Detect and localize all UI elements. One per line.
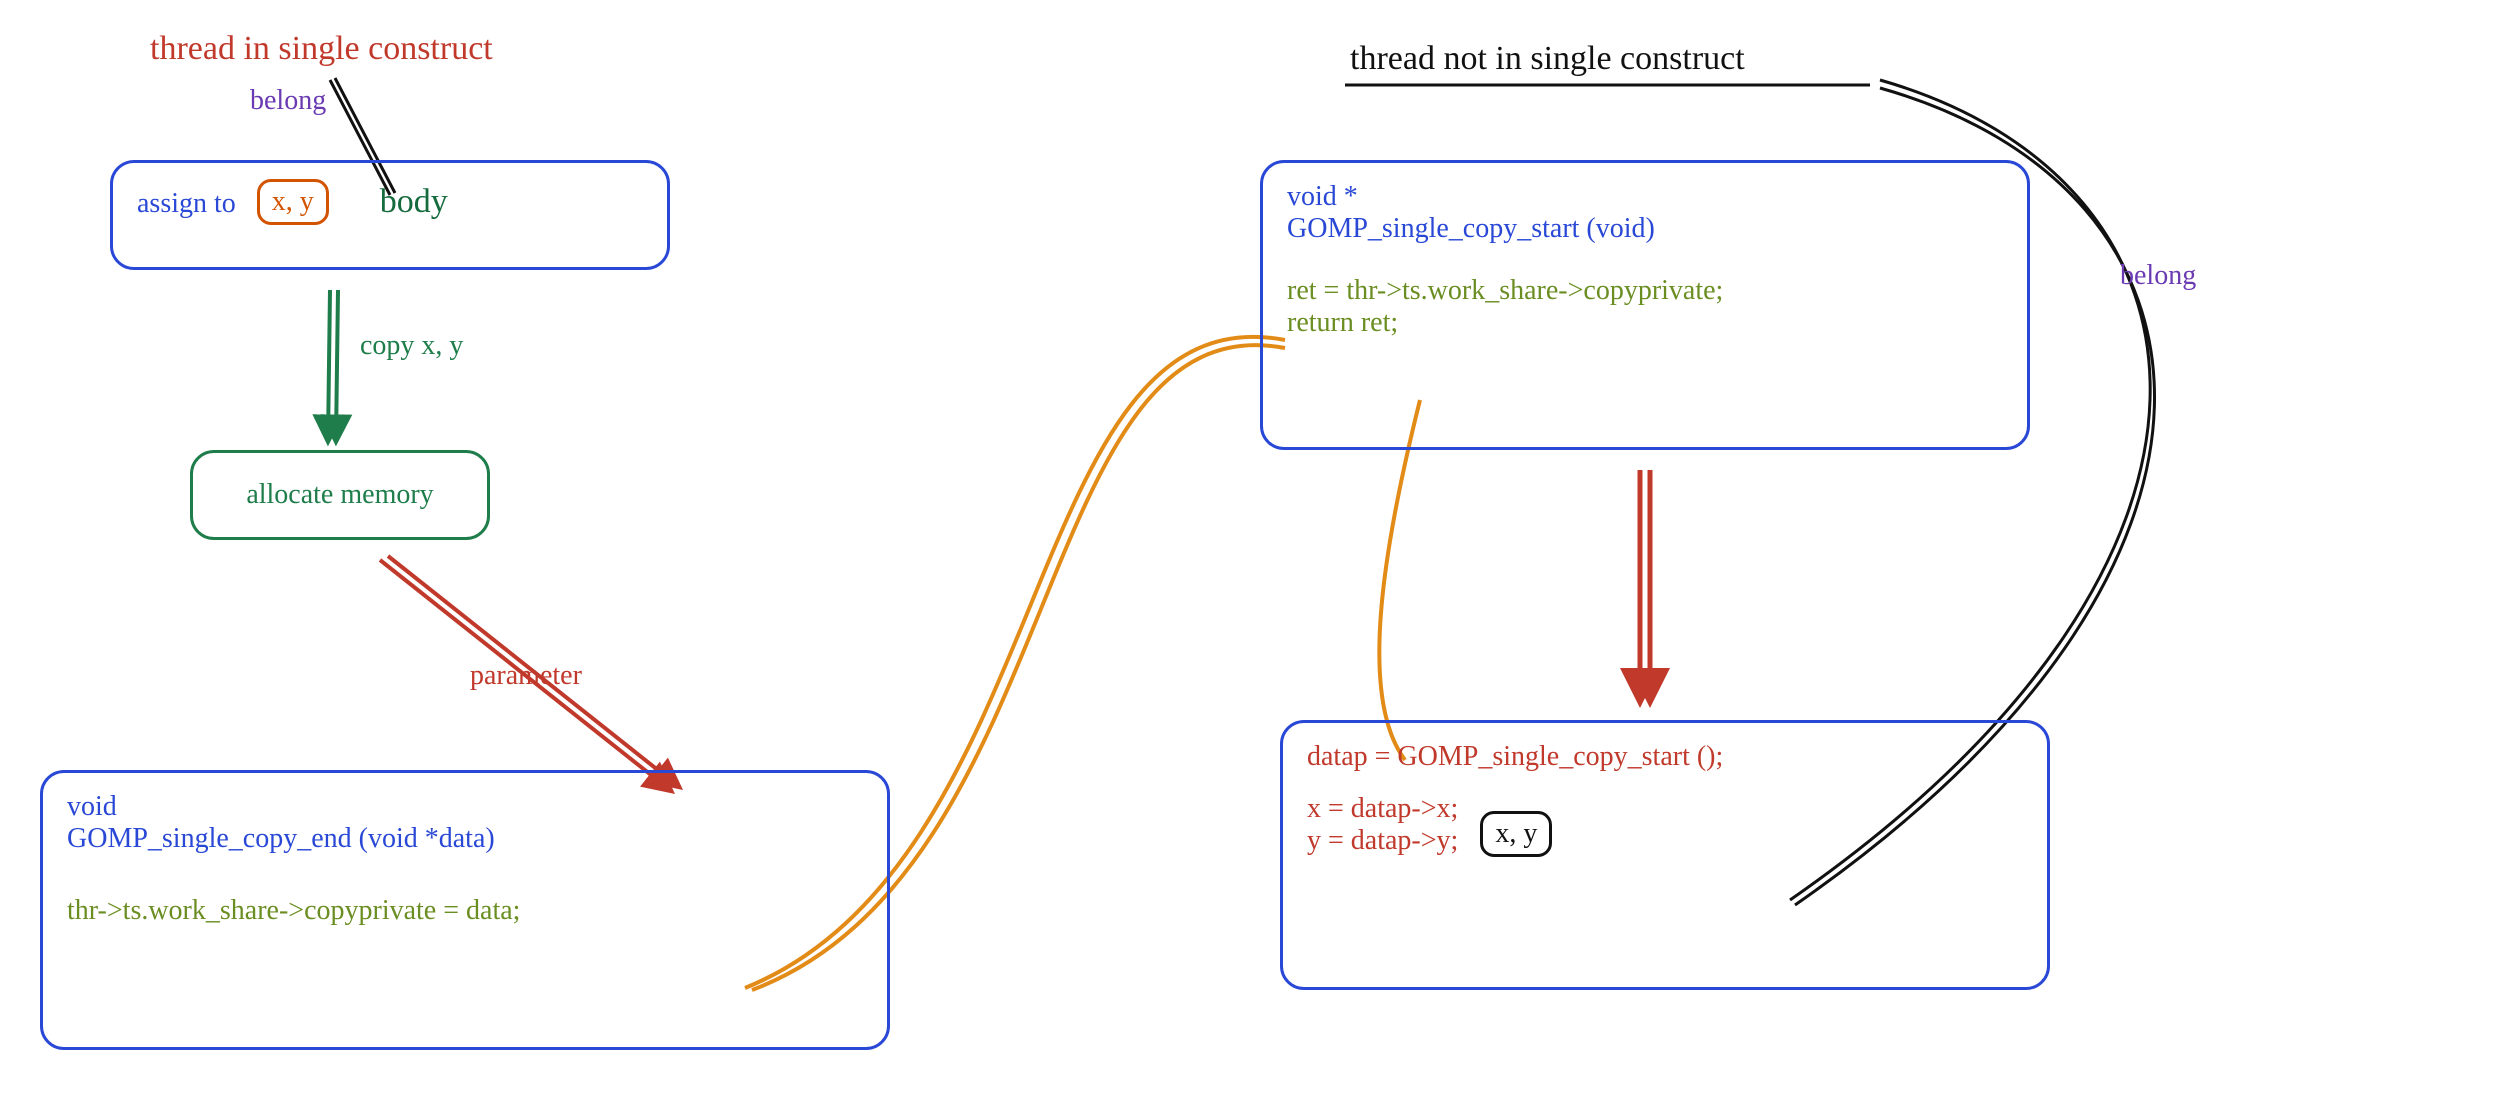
left-belong-label: belong (250, 85, 326, 117)
end-sig1: void (67, 791, 863, 823)
right-belong-label: belong (2120, 260, 2196, 292)
use-line1: datap = GOMP_single_copy_start (); (1307, 741, 2023, 773)
parameter-label: parameter (470, 660, 582, 692)
body-box: assign to x, y body (110, 160, 670, 270)
start-sig2: GOMP_single_copy_start (void) (1287, 213, 2003, 245)
xy-box-right: x, y (1480, 811, 1552, 857)
left-title: thread in single construct (150, 30, 493, 68)
copy-xy-label: copy x, y (360, 330, 463, 362)
xy-box-left: x, y (257, 179, 329, 225)
copy-start-box: void * GOMP_single_copy_start (void) ret… (1260, 160, 2030, 450)
use-line2: x = datap->x; (1307, 793, 1458, 825)
start-stmt2: return ret; (1287, 307, 2003, 339)
start-sig1: void * (1287, 181, 2003, 213)
assign-label: assign to (137, 188, 236, 219)
use-line3: y = datap->y; (1307, 825, 1458, 857)
end-stmt: thr->ts.work_share->copyprivate = data; (67, 895, 863, 927)
body-label: body (380, 183, 448, 220)
right-title: thread not in single construct (1350, 40, 1745, 78)
use-box: datap = GOMP_single_copy_start (); x = d… (1280, 720, 2050, 990)
copy-end-box: void GOMP_single_copy_end (void *data) t… (40, 770, 890, 1050)
allocate-box: allocate memory (190, 450, 490, 540)
start-stmt1: ret = thr->ts.work_share->copyprivate; (1287, 275, 2003, 307)
end-sig2: GOMP_single_copy_end (void *data) (67, 823, 863, 855)
allocate-text: allocate memory (246, 479, 433, 511)
